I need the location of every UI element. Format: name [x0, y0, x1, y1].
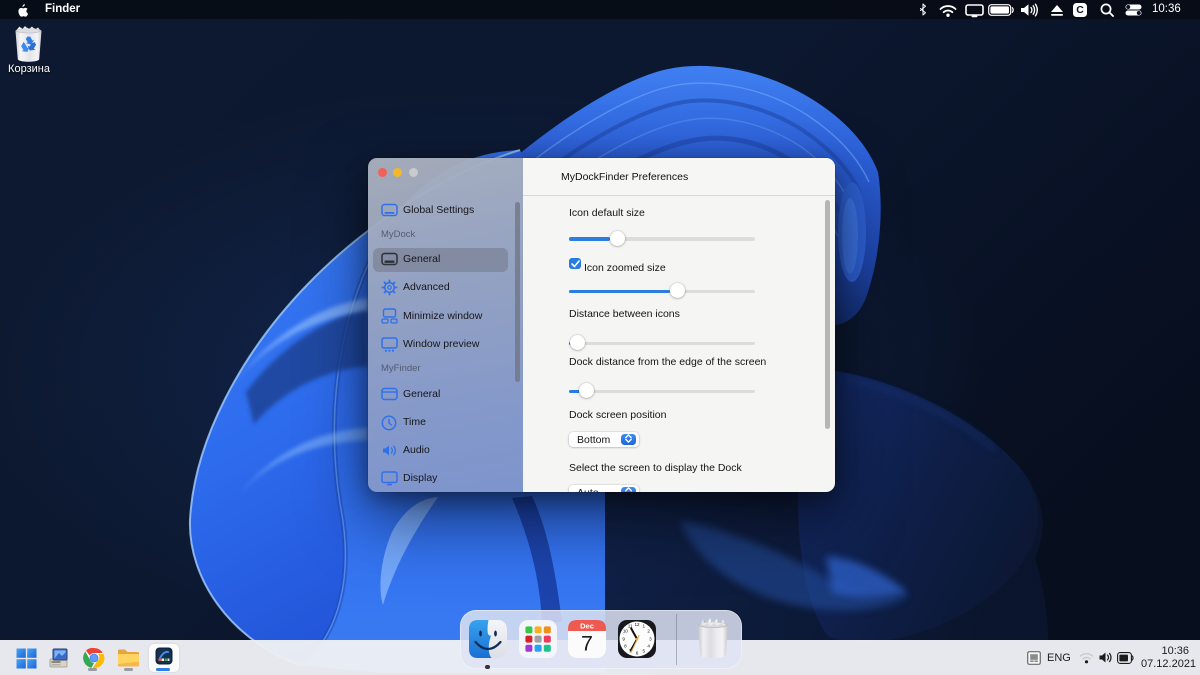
svg-text:6: 6: [636, 651, 639, 656]
svg-text:11: 11: [628, 624, 633, 629]
svg-text:3: 3: [649, 637, 652, 642]
svg-text:8: 8: [624, 643, 627, 648]
svg-text:Dec: Dec: [580, 622, 594, 631]
svg-text:10: 10: [623, 629, 629, 634]
svg-text:4: 4: [647, 643, 650, 648]
svg-text:1: 1: [643, 624, 646, 629]
svg-text:7: 7: [581, 632, 593, 656]
svg-text:2: 2: [647, 629, 650, 634]
svg-text:12: 12: [634, 622, 640, 627]
svg-text:5: 5: [643, 649, 646, 654]
svg-text:9: 9: [622, 637, 625, 642]
